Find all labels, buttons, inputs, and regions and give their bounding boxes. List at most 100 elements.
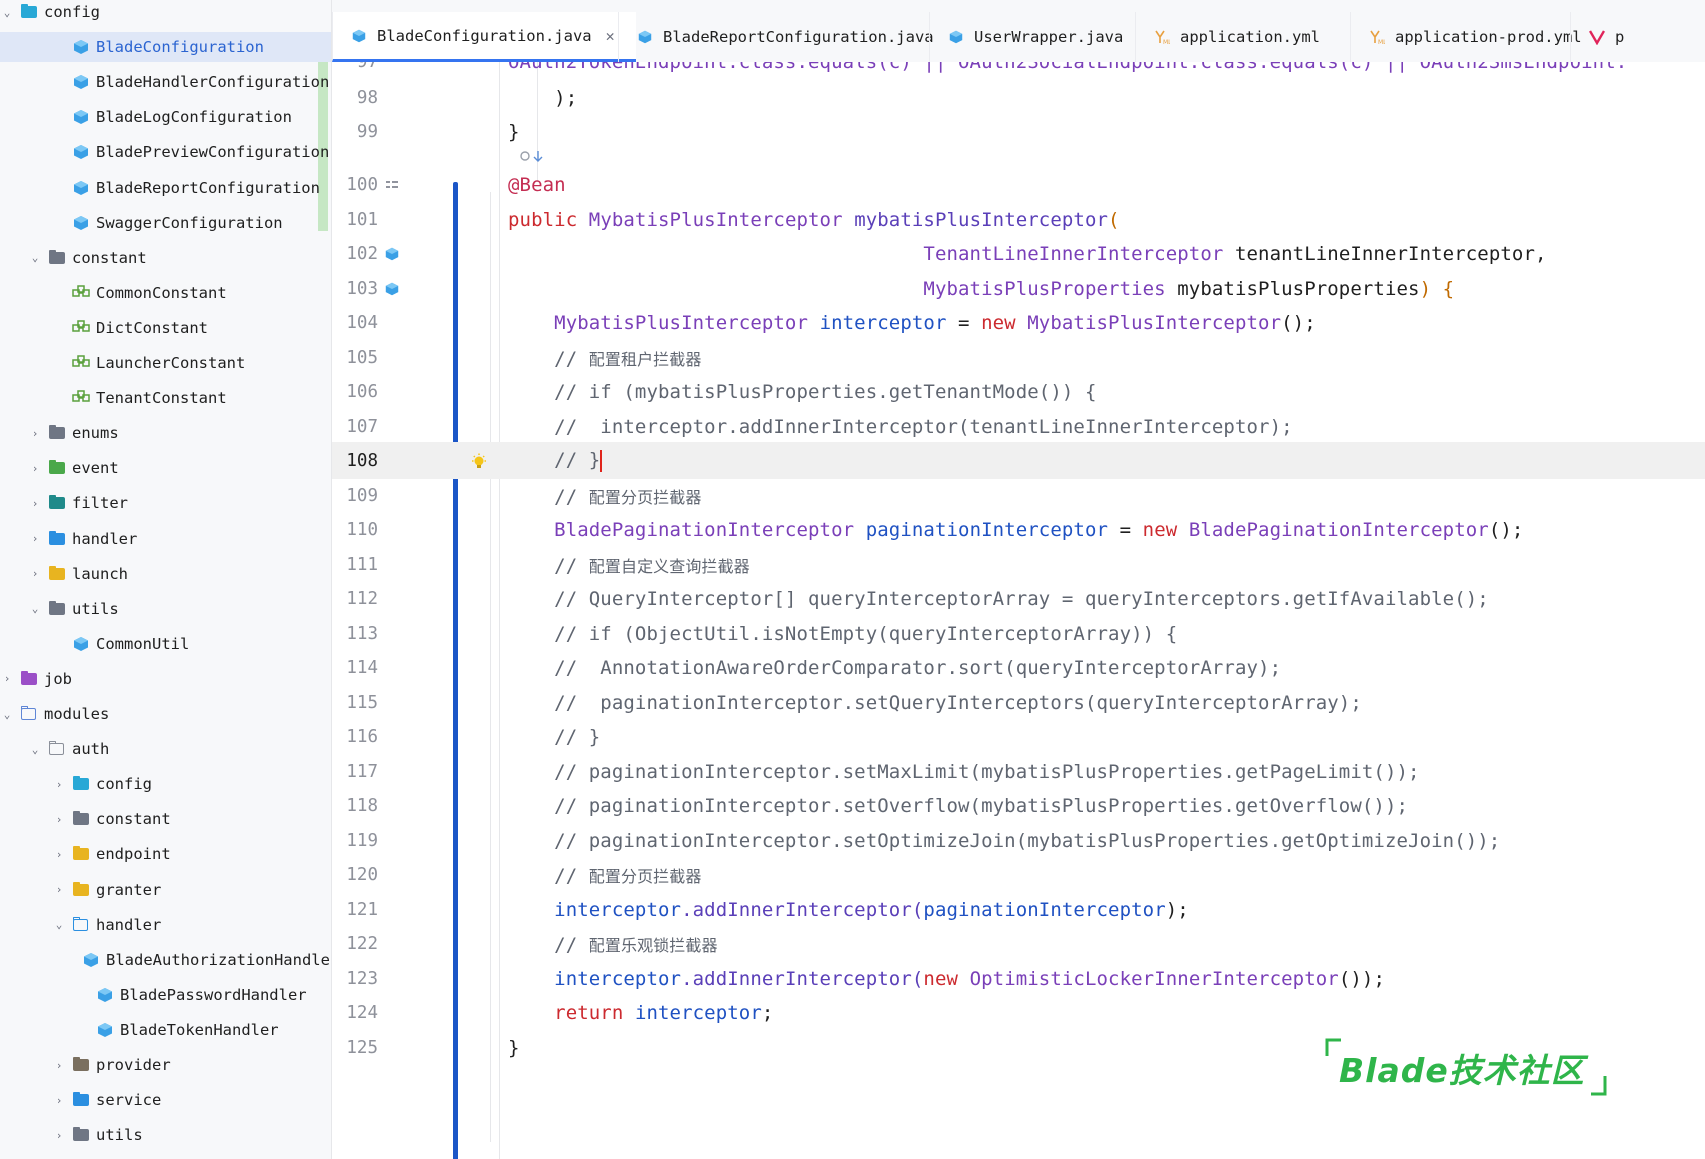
tree-item[interactable]: › event [0,453,331,483]
code-token: .addInnerInterceptor( [681,898,924,921]
code-line[interactable]: 124 return interceptor; [332,994,1705,1031]
code-line[interactable]: 121 interceptor.addInnerInterceptor(pagi… [332,891,1705,928]
project-tree[interactable]: ⌄ config BladeConfiguration BladeHandlerCon… [0,0,332,1159]
tree-item[interactable]: ⌄ constant [0,243,331,273]
tree-item[interactable]: BladePreviewConfiguration [0,137,331,167]
tree-item[interactable]: BladeHandlerConfiguration [0,67,331,97]
tree-item[interactable]: › utils [0,1120,331,1150]
tree-item[interactable]: › service [0,1085,331,1115]
chevron-right-icon[interactable]: › [52,847,66,861]
code-line[interactable]: 102 TenantLineInnerInterceptor tenantLin… [332,235,1705,272]
injection-gutter-icon[interactable] [384,246,400,262]
code-line[interactable]: 112 // QueryInterceptor[] queryIntercept… [332,580,1705,617]
chevron-down-icon[interactable]: ⌄ [0,5,14,19]
tab-bladeconfiguration-java[interactable]: BladeConfiguration.java ✕ [332,12,636,62]
tree-item[interactable]: BladeAuthorizationHandler [0,945,331,975]
chevron-down-icon[interactable]: ⌄ [28,251,42,265]
code-line[interactable]: 123 interceptor.addInnerInterceptor(new … [332,960,1705,997]
code-line[interactable]: 100 @Bean [332,166,1705,203]
tree-item[interactable]: TenantConstant [0,383,331,413]
config-folder-icon [20,4,44,20]
chevron-right-icon[interactable]: › [52,1093,66,1107]
code-line[interactable]: 99} [332,113,1705,150]
bean-gutter-icon[interactable] [384,177,400,193]
tree-item[interactable]: BladeConfiguration [0,32,331,63]
code-line[interactable]: 107 // interceptor.addInnerInterceptor(t… [332,408,1705,445]
code-line[interactable]: 111 // 配置自定义查询拦截器 [332,546,1705,583]
tree-item[interactable]: CommonConstant [0,278,331,308]
code-line[interactable]: 104 MybatisPlusInterceptor interceptor =… [332,304,1705,341]
tree-item[interactable]: › provider [0,1050,331,1080]
code-line[interactable]: 101 public MybatisPlusInterceptor mybatis… [332,201,1705,238]
tab-bladereportconfiguration-java[interactable]: BladeReportConfiguration.java [618,12,947,62]
chevron-right-icon[interactable]: › [52,883,66,897]
chevron-right-icon[interactable]: › [28,496,42,510]
code-line[interactable]: 106 // if (mybatisPlusProperties.getTena… [332,373,1705,410]
tree-item[interactable]: › endpoint [0,839,331,869]
code-line[interactable]: 120 // 配置分页拦截器 [332,856,1705,893]
tree-item[interactable]: LauncherConstant [0,348,331,378]
code-line[interactable]: 118 // paginationInterceptor.setOverflow… [332,787,1705,824]
editor-tab-bar: BladeConfiguration.java ✕ BladeReportConfi… [332,0,1705,63]
tree-item[interactable]: ⌄ handler [0,910,331,940]
tree-item[interactable]: › filter [0,488,331,518]
tree-item[interactable]: › handler [0,524,331,554]
code-line[interactable]: 117 // paginationInterceptor.setMaxLimit… [332,753,1705,790]
injection-gutter-icon[interactable] [384,281,400,297]
code-line[interactable]: 113 // if (ObjectUtil.isNotEmpty(queryIn… [332,615,1705,652]
method-navigate-icon[interactable] [518,148,548,168]
tree-item[interactable]: CommonUtil [0,629,331,659]
tab-userwrapper-java[interactable]: UserWrapper.java [929,12,1153,62]
tree-item[interactable]: › constant [0,804,331,834]
tree-item[interactable]: BladeTokenHandler [0,1015,331,1045]
code-line[interactable]: 108 // } [332,442,1705,479]
code-line[interactable]: 109 // 配置分页拦截器 [332,477,1705,514]
chevron-down-icon[interactable]: ⌄ [28,602,42,616]
chevron-right-icon[interactable]: › [52,1128,66,1142]
code-editor[interactable]: 97 OAuth2TokenEndpoint.class.equals(c) ||… [332,62,1705,1159]
tree-item[interactable]: › config [0,769,331,799]
code-token: paginationInterceptor [865,518,1120,541]
tab-application-yml[interactable]: ML application.yml [1135,12,1368,62]
chevron-right-icon[interactable]: › [52,812,66,826]
chevron-right-icon[interactable]: › [52,1058,66,1072]
tab-p[interactable]: p [1570,12,1649,62]
chevron-right-icon[interactable]: › [28,532,42,546]
code-line[interactable]: 114 // AnnotationAwareOrderComparator.so… [332,649,1705,686]
chevron-right-icon[interactable]: › [52,777,66,791]
chevron-right-icon[interactable]: › [28,461,42,475]
intention-bulb-icon[interactable] [470,453,486,469]
tree-item[interactable]: › enums [0,418,331,448]
close-icon[interactable]: ✕ [606,27,615,45]
code-line[interactable]: 116 // } [332,718,1705,755]
tree-item[interactable]: SwaggerConfiguration [0,208,331,238]
chevron-down-icon[interactable]: ⌄ [28,742,42,756]
code-line[interactable]: 103 MybatisPlusProperties mybatisPlusPro… [332,270,1705,307]
tree-item[interactable]: ⌄ auth [0,734,331,764]
tree-item[interactable]: ⌄ config [0,0,331,27]
tree-item[interactable]: › job [0,664,331,694]
chevron-down-icon[interactable]: ⌄ [52,918,66,932]
code-line[interactable]: 115 // paginationInterceptor.setQueryInt… [332,684,1705,721]
tree-item[interactable]: ⌄ utils [0,594,331,624]
tree-item[interactable]: BladePasswordHandler [0,980,331,1010]
code-line[interactable]: 110 BladePaginationInterceptor paginatio… [332,511,1705,548]
tree-item[interactable]: › launch [0,559,331,589]
code-line[interactable]: 122 // 配置乐观锁拦截器 [332,925,1705,962]
tree-item[interactable]: › granter [0,875,331,905]
tree-item[interactable]: BladeReportConfiguration [0,173,331,203]
tree-item[interactable]: DictConstant [0,313,331,343]
tree-item[interactable]: BladeLogConfiguration [0,102,331,132]
code-line[interactable]: 98 ); [332,79,1705,116]
code-token: = [1119,518,1143,541]
code-line[interactable]: 105 // 配置租户拦截器 [332,339,1705,376]
tab-application-prod-yml[interactable]: ML application-prod.yml [1350,12,1588,62]
chevron-down-icon[interactable]: ⌄ [0,707,14,721]
code-line[interactable]: 97 OAuth2TokenEndpoint.class.equals(c) ||… [332,62,1705,80]
code-line[interactable]: 119 // paginationInterceptor.setOptimize… [332,822,1705,859]
chevron-right-icon[interactable]: › [28,426,42,440]
tree-item[interactable]: ⌄ modules [0,699,331,729]
chevron-right-icon[interactable]: › [0,672,14,686]
chevron-right-icon[interactable]: › [28,567,42,581]
yaml-file-icon: ML [1154,29,1180,45]
